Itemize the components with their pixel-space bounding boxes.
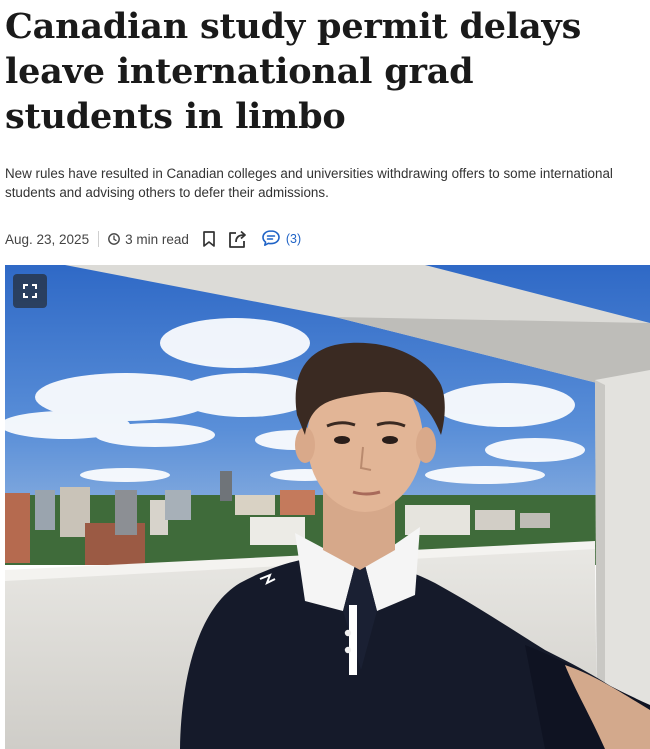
bookmark-icon[interactable] [201,230,217,248]
read-time: 3 min read [125,231,189,247]
article-page: Canadian study permit delays leave inter… [0,0,650,749]
comment-icon [261,229,281,250]
comments-button[interactable]: (3) [261,229,301,250]
article-headline: Canadian study permit delays leave inter… [5,6,582,137]
publish-date: Aug. 23, 2025 [5,231,90,247]
expand-icon[interactable] [13,274,47,308]
article-dek: New rules have resulted in Canadian coll… [5,166,613,200]
share-icon[interactable] [227,229,249,249]
article-meta-bar: Aug. 23, 2025 3 min read (3) [5,228,301,250]
meta-divider [98,231,100,247]
clock-icon [107,232,121,246]
photo-illustration [5,265,650,749]
comment-count: (3) [285,232,302,246]
article-photo[interactable] [5,265,650,749]
